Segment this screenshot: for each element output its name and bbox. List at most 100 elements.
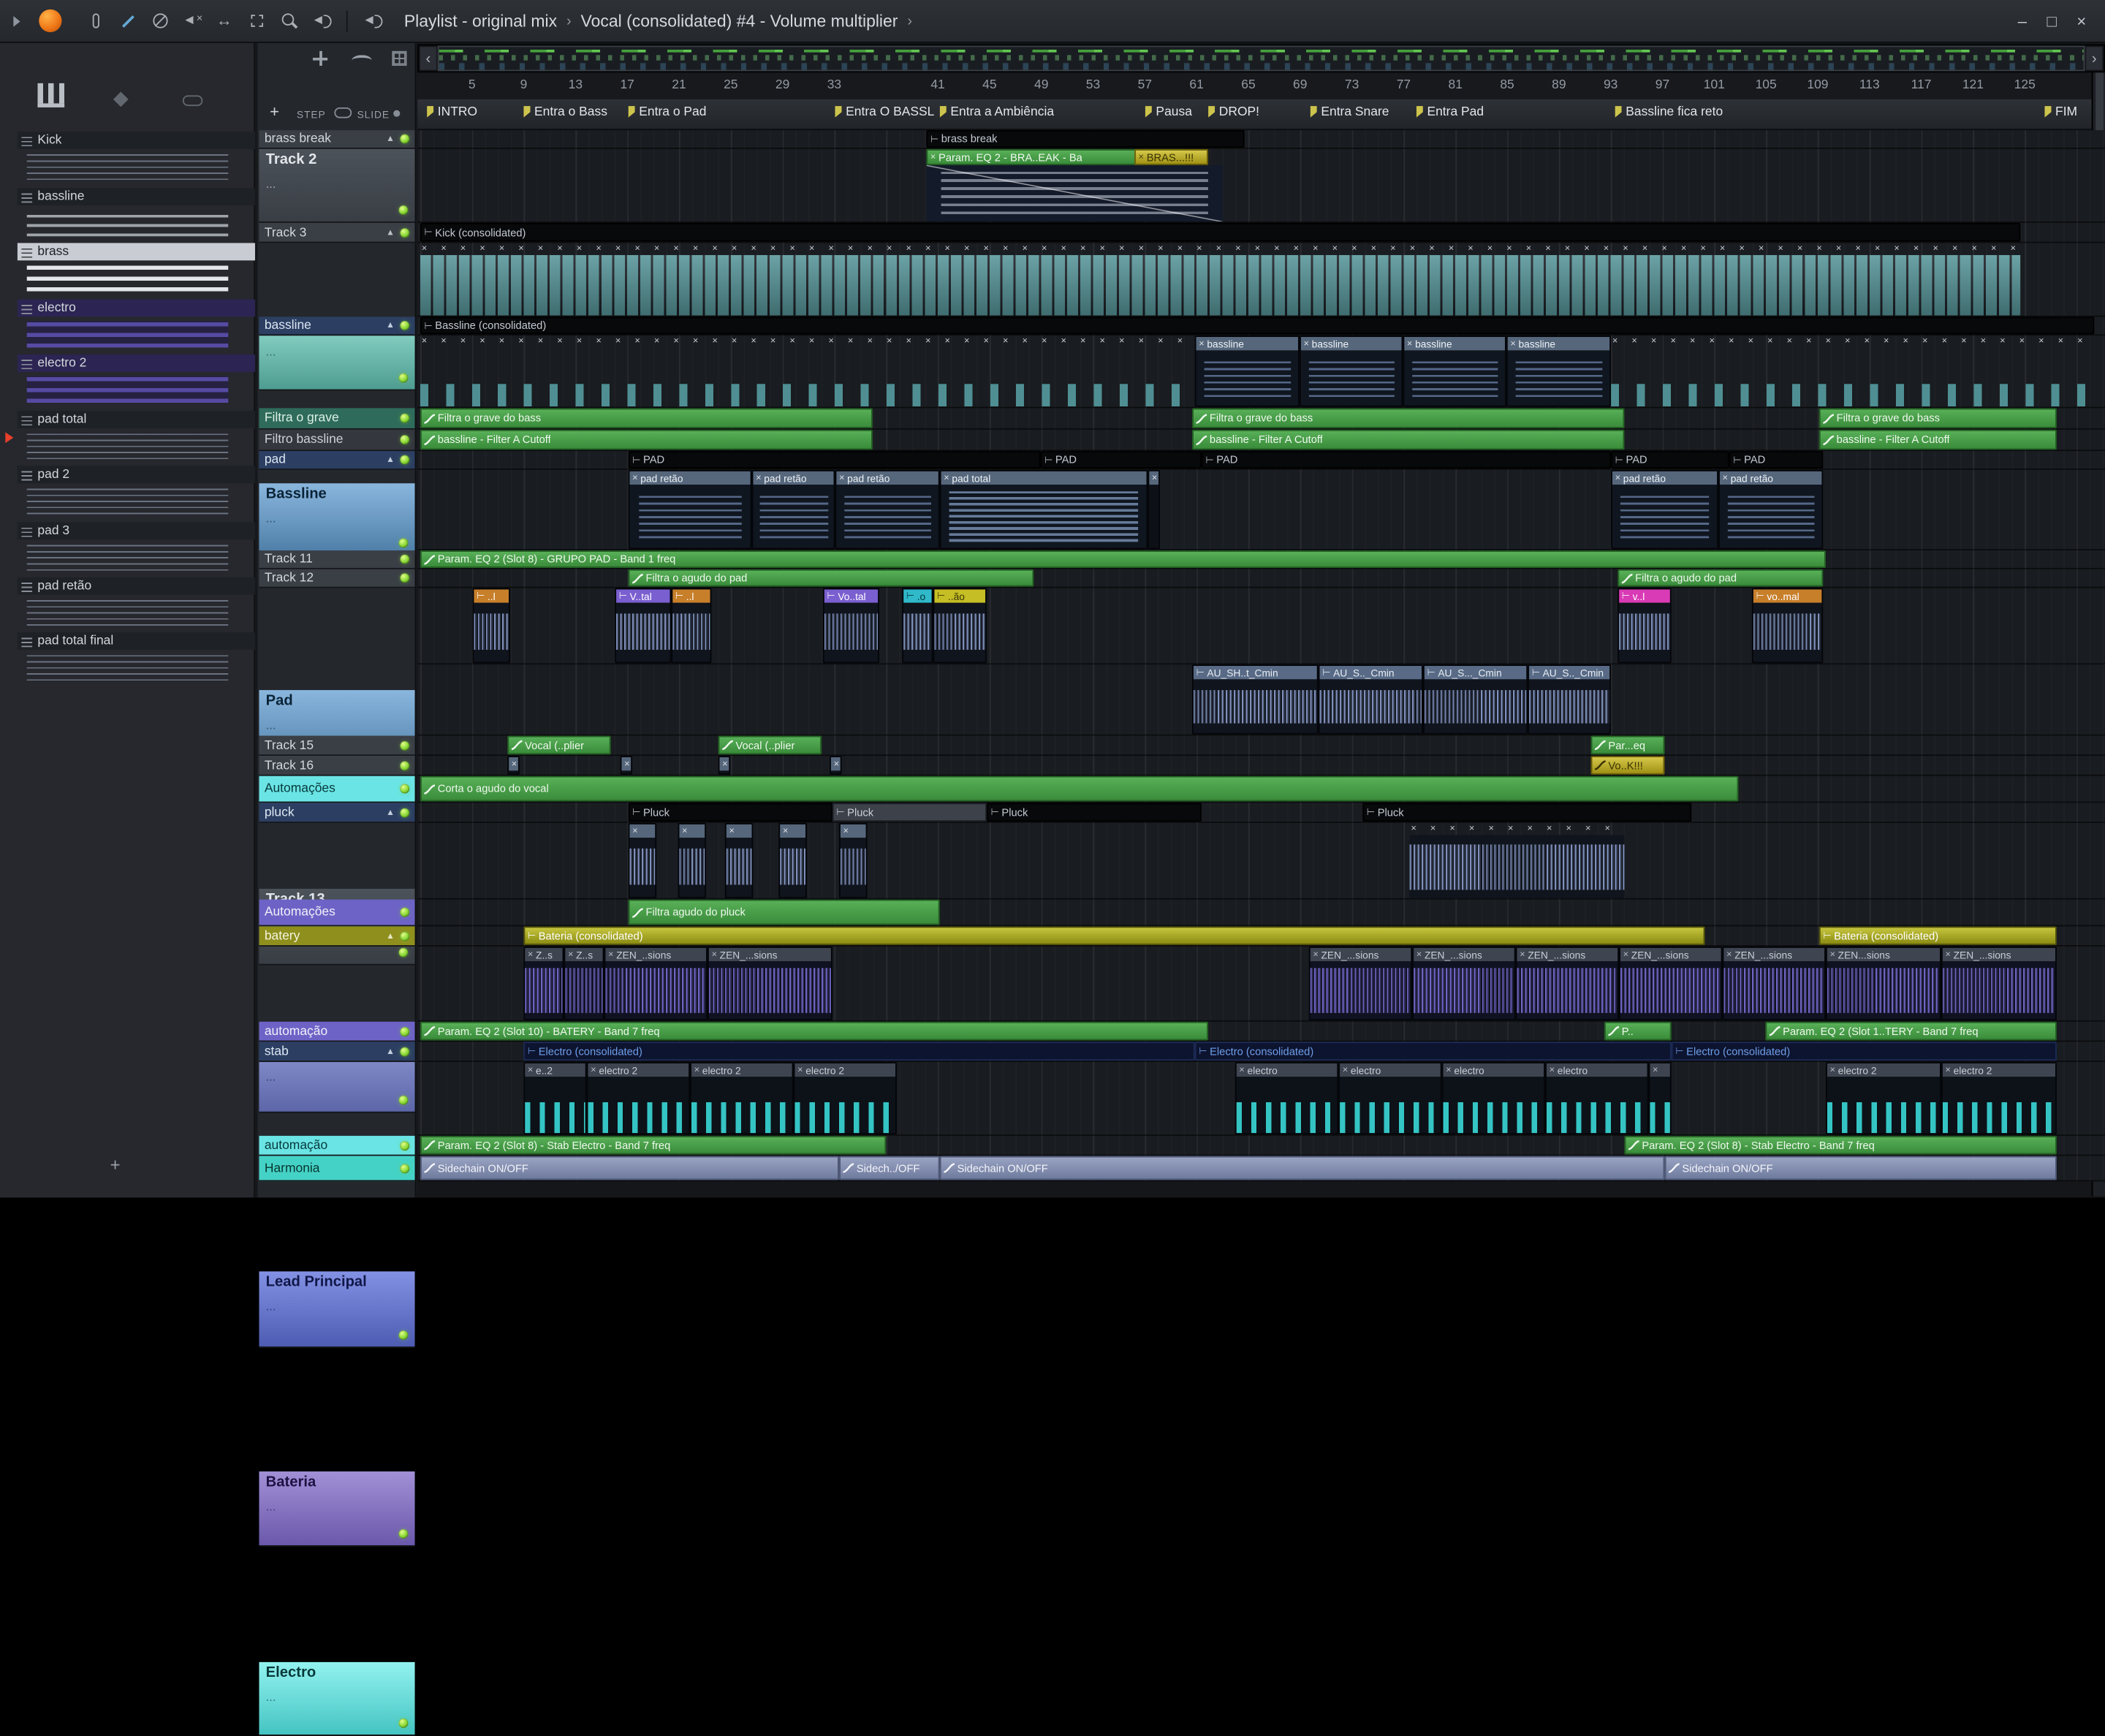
- track-mute-led[interactable]: [400, 807, 410, 817]
- track-header-track-15[interactable]: Track 15: [259, 735, 415, 757]
- clip-electro-2[interactable]: × electro 2: [586, 1061, 691, 1135]
- maximize-button[interactable]: □: [2047, 12, 2057, 31]
- clip-electro-2[interactable]: × electro 2: [690, 1061, 794, 1135]
- clip-pad[interactable]: ⊢ PAD: [1729, 451, 1824, 469]
- track-header-automa-o[interactable]: automação: [259, 1135, 415, 1156]
- clip-l[interactable]: ⊢ ..l: [671, 588, 712, 664]
- track-lane-batery[interactable]: ⊢ Bateria (consolidated) ⊢ Bateria (consoli…: [417, 926, 2105, 947]
- track-header-bateria[interactable]: Bateria...: [259, 1471, 415, 1547]
- timeline-marker-entra-snare[interactable]: Entra Snare: [1310, 103, 1389, 119]
- clip-zen-sions[interactable]: × ZEN...sions: [1825, 946, 1941, 1020]
- track-mute-led[interactable]: [400, 740, 410, 750]
- clip-sidechain-on-off[interactable]: Sidechain ON/OFF: [1664, 1156, 2057, 1180]
- track-lane-electro[interactable]: × e..2 × electro 2 × electro 2 × electro 2 × elec…: [417, 1061, 2105, 1136]
- clip-param-eq-2-slot-10-batery-band-7-freq[interactable]: Param. EQ 2 (Slot 10) - BATERY - Band 7 …: [420, 1021, 1209, 1041]
- track-lane-track-3[interactable]: ⊢ Kick (consolidated): [417, 222, 2105, 243]
- timeline-marker-pausa[interactable]: Pausa: [1145, 103, 1192, 119]
- track-header-pad[interactable]: pad ▲: [259, 451, 415, 470]
- clip-au-s-cmin[interactable]: ⊢ AU_S..._Cmin: [1422, 664, 1528, 735]
- clip-electro-consolidated[interactable]: ⊢ Electro (consolidated): [1194, 1042, 1672, 1061]
- clip-pat[interactable]: ×: [778, 822, 807, 898]
- breadcrumb-section[interactable]: Playlist - original mix: [404, 12, 557, 31]
- track-mute-led[interactable]: [400, 1026, 410, 1036]
- add-pattern-button[interactable]: +: [110, 1155, 121, 1175]
- clip-pad[interactable]: ⊢ PAD: [1040, 451, 1202, 469]
- timeline-marker-bassline-fica-reto[interactable]: Bassline fica reto: [1615, 103, 1723, 119]
- track-lane-automa-o[interactable]: Param. EQ 2 (Slot 10) - BATERY - Band 7 …: [417, 1021, 2105, 1042]
- clip-electro[interactable]: × electro: [1338, 1061, 1442, 1135]
- clip-tex[interactable]: × × × × × × × × × × × × × × × × × × × × …: [420, 336, 1195, 407]
- track-lane-pluck[interactable]: ⊢ Pluck ⊢ Pluck ⊢ Pluck ⊢ Pluck: [417, 803, 2105, 823]
- track-lane-bateria[interactable]: × Z..s × Z..s × ZEN_..sions × ZEN_...sions × ZEN_…: [417, 946, 2105, 1022]
- clip-pad-ret-o[interactable]: × pad retão: [1718, 469, 1824, 550]
- clip-filtra-o-grave-do-bass[interactable]: Filtra o grave do bass: [420, 408, 873, 428]
- clip-pat[interactable]: ×: [724, 822, 754, 898]
- clip-bassline-filter-a-cutoff[interactable]: bassline - Filter A Cutoff: [420, 429, 873, 450]
- track-mute-led[interactable]: [398, 1718, 409, 1728]
- clip-pad-total[interactable]: × pad total: [939, 469, 1148, 550]
- pan-tool-icon[interactable]: [215, 11, 235, 31]
- clip-electro-2[interactable]: × electro 2: [1825, 1061, 1941, 1135]
- track-mute-led[interactable]: [400, 784, 410, 794]
- link-icon[interactable]: [182, 95, 203, 107]
- track-header-stab[interactable]: stab ▲: [259, 1042, 415, 1062]
- track-lane-track-15[interactable]: Vocal (..plier Vocal (..plier Par...eq: [417, 735, 2105, 757]
- clip-filtra-o-agudo-do-pad[interactable]: Filtra o agudo do pad: [1617, 569, 1824, 587]
- clip-vo-mal[interactable]: ⊢ vo..mal: [1751, 588, 1824, 664]
- track-menu-dots[interactable]: ...: [266, 512, 409, 525]
- track-lane-lead-principal[interactable]: × × × × × × × × × × × × × × × × × × × × × ×: [417, 822, 2105, 900]
- track-lane-pad[interactable]: × pad retão × pad retão × pad retão × pad total…: [417, 469, 2105, 551]
- clip-electro-2[interactable]: × electro 2: [793, 1061, 897, 1135]
- track-lane-filtro-bassline[interactable]: bassline - Filter A Cutoff bassline - Fil…: [417, 429, 2105, 452]
- clip-pluck[interactable]: ⊢ Pluck: [628, 803, 832, 822]
- clip-filtra-o-agudo-do-pad[interactable]: Filtra o agudo do pad: [628, 569, 1034, 587]
- track-mute-led[interactable]: [398, 205, 409, 215]
- clip-pat[interactable]: ×: [678, 822, 707, 898]
- minimize-button[interactable]: –: [2018, 12, 2027, 31]
- track-header-track-2[interactable]: Track 2...: [259, 148, 415, 223]
- timeline-marker-intro[interactable]: INTRO: [427, 103, 477, 119]
- scroll-right-button[interactable]: ›: [2085, 45, 2104, 72]
- preview-tool-icon[interactable]: [311, 11, 332, 31]
- pattern-picker-icon[interactable]: [37, 83, 65, 107]
- timeline-marker-fim[interactable]: FIM: [2044, 103, 2077, 119]
- clip-l[interactable]: ⊢ ..l: [472, 588, 510, 664]
- clip-bateria-consolidated[interactable]: ⊢ Bateria (consolidated): [1818, 926, 2057, 946]
- track-mute-led[interactable]: [398, 373, 409, 383]
- pattern-item-electro[interactable]: electro: [17, 299, 255, 317]
- clip-zen-sions[interactable]: × ZEN_...sions: [1941, 946, 2057, 1020]
- clip-tex[interactable]: × × × × × × × × × × × × × × × × × × × × …: [1611, 336, 2095, 407]
- collapse-arrow-icon[interactable]: ▲: [386, 455, 395, 465]
- pattern-item-pad-ret-o[interactable]: pad retão: [17, 577, 255, 595]
- clip-filtra-agudo-do-pluck[interactable]: Filtra agudo do pluck: [628, 899, 940, 925]
- clip-tex[interactable]: × × × × × × × × × × × × × × × × × × × × …: [420, 243, 2021, 316]
- track-header-track-3[interactable]: Track 3 ▲: [259, 222, 415, 243]
- slide-curve-icon[interactable]: [352, 55, 372, 66]
- timeline-marker-drop[interactable]: DROP!: [1208, 103, 1259, 119]
- track-lane-track-13[interactable]: ⊢ ..l ⊢ V..tal ⊢ ..l ⊢ Vo..tal ⊢ .o ⊢ ..ão ⊢ v..l ⊢ vo.…: [417, 588, 2105, 665]
- draw-tool-icon[interactable]: [118, 11, 139, 31]
- timeline-marker-entra-pad[interactable]: Entra Pad: [1416, 103, 1484, 119]
- track-mute-led[interactable]: [398, 1095, 409, 1105]
- track-header-automa-o[interactable]: automação: [259, 1021, 415, 1042]
- clip-corta-o-agudo-do-vocal[interactable]: Corta o agudo do vocal: [420, 776, 1739, 802]
- clip-pat[interactable]: ×: [1148, 469, 1160, 550]
- track-mute-led[interactable]: [400, 227, 410, 238]
- track-mute-led[interactable]: [398, 538, 409, 548]
- track-mute-led[interactable]: [398, 947, 409, 958]
- clip-pad-ret-o[interactable]: × pad retão: [751, 469, 835, 550]
- track-lane-kick[interactable]: × × × × × × × × × × × × × × × × × × × × …: [417, 243, 2105, 317]
- playlist-overview-scrollbar[interactable]: ‹ ›: [417, 44, 2105, 73]
- clip-pad[interactable]: ⊢ PAD: [1611, 451, 1729, 469]
- select-tool-icon[interactable]: [247, 11, 268, 31]
- clip-electro[interactable]: × electro: [1545, 1061, 1649, 1135]
- track-header-automa-es[interactable]: Automações: [259, 899, 415, 927]
- track-lane-automa-o[interactable]: Param. EQ 2 (Slot 8) - Stab Electro - Ba…: [417, 1135, 2105, 1156]
- track-lane-automa-es[interactable]: Corta o agudo do vocal: [417, 776, 2105, 803]
- window-menu-icon[interactable]: [13, 15, 20, 26]
- clip-au-s-cmin[interactable]: ⊢ AU_S.._Cmin: [1318, 664, 1423, 735]
- clip-tex[interactable]: × × × × × × × × × × × × × × × × ×: [1409, 823, 1625, 898]
- track-mute-led[interactable]: [398, 1529, 409, 1539]
- clip-zen-sions[interactable]: × ZEN_...sions: [1722, 946, 1826, 1020]
- track-mute-led[interactable]: [400, 554, 410, 564]
